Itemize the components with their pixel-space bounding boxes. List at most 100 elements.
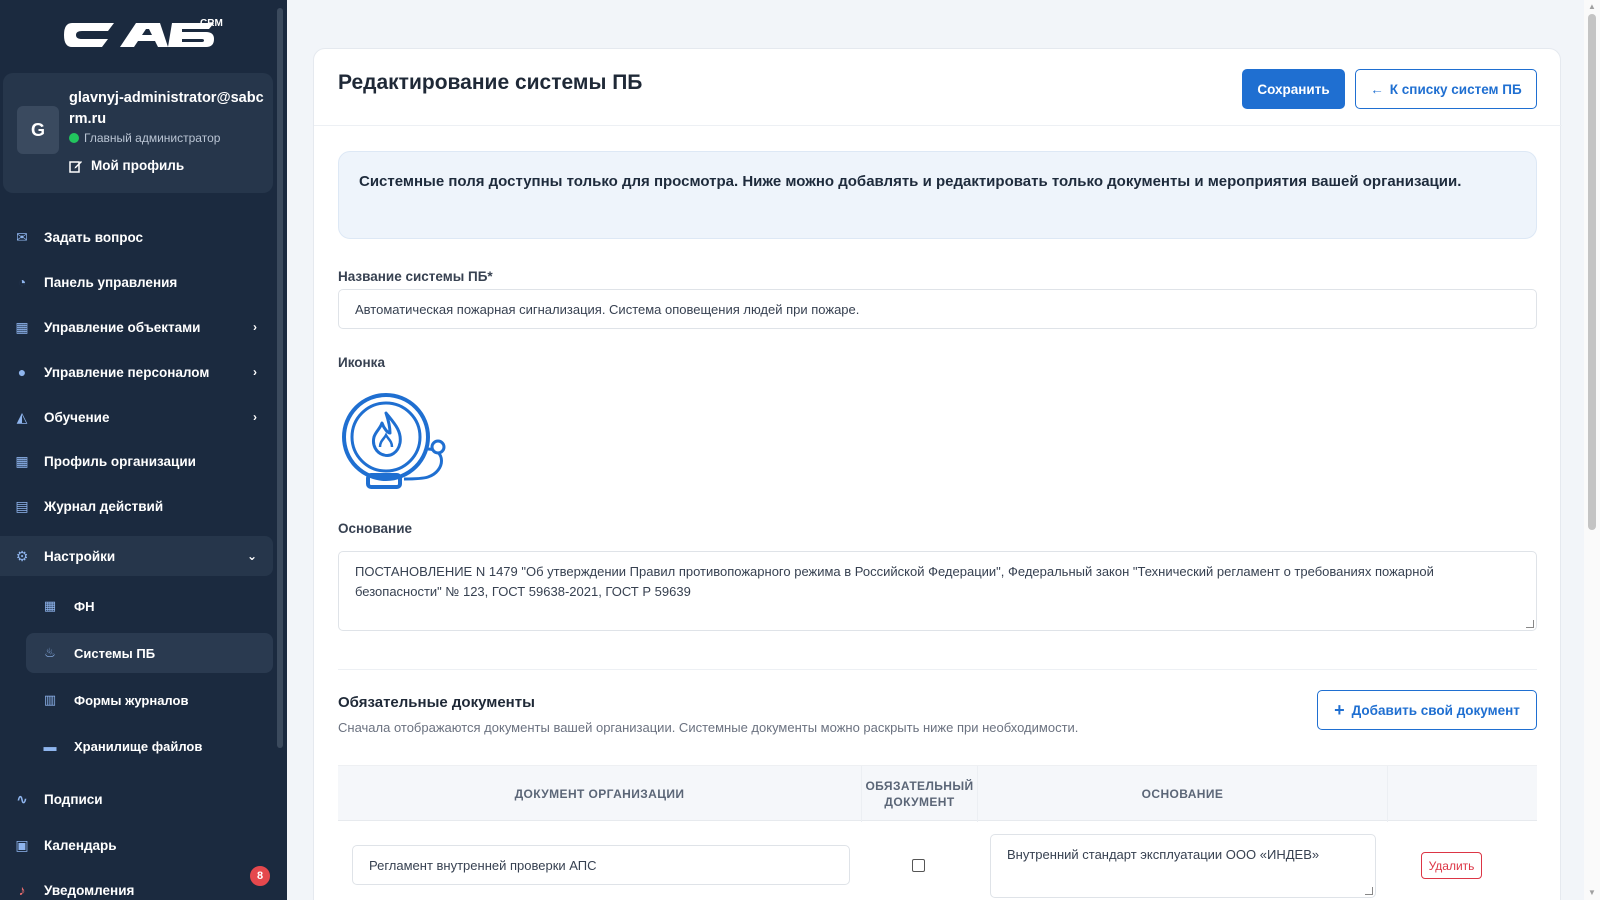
delete-document-button[interactable]: Удалить [1421, 852, 1482, 879]
scroll-down-icon[interactable]: ▼ [1588, 888, 1596, 897]
notifications-badge: 8 [248, 864, 272, 888]
nav-item-signatures[interactable]: ∿ Подписи [0, 779, 273, 819]
table-icon: ▥ [43, 692, 57, 707]
plus-icon: + [1334, 699, 1345, 720]
nav-item-label: Обучение [44, 409, 110, 425]
scroll-up-icon[interactable]: ▲ [1588, 2, 1596, 11]
online-status-icon [69, 133, 79, 143]
profile-role-label: Главный администратор [84, 131, 221, 145]
nav-item-label: Управление объектами [44, 319, 201, 335]
column-header-actions [1388, 766, 1537, 822]
building-icon: ▦ [15, 318, 29, 335]
back-to-list-button[interactable]: ← К списку систем ПБ [1355, 69, 1537, 109]
table-header: ДОКУМЕНТ ОРГАНИЗАЦИИ ОБЯЗАТЕЛЬНЫЙ ДОКУМЕ… [338, 765, 1537, 822]
nav-item-label: Настройки [44, 548, 116, 564]
nav-item-label: Профиль организации [44, 453, 196, 469]
sub-item-label: ФН [74, 598, 95, 614]
sidebar-subitem-pb-systems[interactable]: ♨ Системы ПБ [26, 633, 273, 673]
page-title: Редактирование системы ПБ [338, 71, 643, 94]
building-icon: ▦ [43, 598, 57, 613]
column-header-document: ДОКУМЕНТ ОРГАНИЗАЦИИ [338, 766, 862, 822]
sidebar-subitem-fn[interactable]: ▦ ФН [26, 586, 273, 626]
nav-item-dashboard[interactable]: ◔ Панель управления [0, 262, 273, 302]
nav-item-label: Уведомления [44, 882, 135, 898]
sub-item-label: Хранилище файлов [74, 738, 203, 754]
page-scrollbar-thumb[interactable] [1588, 14, 1596, 530]
save-button[interactable]: Сохранить [1242, 69, 1345, 109]
info-alert: Системные поля доступны только для просм… [338, 151, 1537, 239]
logo-crm-label: CRM [200, 18, 223, 29]
profile-role: Главный администратор [69, 131, 220, 145]
sidebar-subitem-journal-forms[interactable]: ▥ Формы журналов [26, 680, 273, 720]
sidebar-subitem-file-storage[interactable]: ▬ Хранилище файлов [26, 726, 273, 766]
documents-table: ДОКУМЕНТ ОРГАНИЗАЦИИ ОБЯЗАТЕЛЬНЫЙ ДОКУМЕ… [338, 765, 1537, 900]
nav-item-label: Панель управления [44, 274, 178, 290]
nav-item-label: Подписи [44, 791, 103, 807]
back-to-list-label: К списку систем ПБ [1389, 81, 1522, 97]
fire-icon: ♨ [44, 645, 56, 660]
clipboard-icon: ▤ [15, 497, 29, 514]
add-document-label: Добавить свой документ [1351, 702, 1520, 718]
graduation-cap-icon: ◭ [16, 408, 28, 425]
document-basis-text: Внутренний стандарт эксплуатации ООО «ИН… [1007, 847, 1320, 862]
document-basis-textarea[interactable]: Внутренний стандарт эксплуатации ООО «ИН… [990, 834, 1376, 898]
resize-handle-icon[interactable] [1526, 620, 1534, 628]
basis-label: Основание [338, 521, 412, 536]
brand-logo[interactable]: CRM [0, 0, 287, 70]
chevron-right-icon: › [253, 365, 257, 379]
nav-item-label: Управление персоналом [44, 364, 210, 380]
basis-textarea[interactable]: ПОСТАНОВЛЕНИЕ N 1479 "Об утверждении Пра… [338, 551, 1537, 631]
nav-item-calendar[interactable]: ▣ Календарь [0, 825, 273, 865]
arrow-left-icon: ← [1370, 81, 1384, 97]
column-header-required: ОБЯЗАТЕЛЬНЫЙ ДОКУМЕНТ [862, 766, 978, 822]
nav-item-settings[interactable]: ⚙ Настройки ⌄ [0, 536, 273, 576]
bell-icon: ♪ [18, 882, 26, 898]
nav-item-staff[interactable]: ● Управление персоналом › [0, 352, 273, 392]
signature-icon: ∿ [16, 790, 28, 807]
calendar-icon: ▣ [15, 836, 29, 853]
nav-item-training[interactable]: ◭ Обучение › [0, 397, 273, 437]
gauge-icon: ◔ [17, 274, 27, 290]
sidebar-scrollbar[interactable] [277, 8, 283, 748]
divider [314, 125, 1562, 126]
chevron-right-icon: › [253, 320, 257, 334]
chevron-right-icon: › [253, 410, 257, 424]
building-icon: ▦ [15, 452, 29, 469]
nav-item-notifications[interactable]: ♪ Уведомления [0, 870, 273, 900]
profile-name: glavnyj-administrator@sabcrm.ru [69, 90, 264, 127]
avatar[interactable]: G [17, 106, 59, 154]
system-name-field[interactable]: Автоматическая пожарная сигнализация. Си… [338, 289, 1537, 329]
hard-drive-icon: ▬ [43, 738, 57, 754]
nav-item-label: Задать вопрос [44, 229, 144, 245]
system-name-label: Название системы ПБ* [338, 269, 493, 284]
my-profile-link[interactable]: Мой профиль [69, 158, 184, 173]
nav-item-objects[interactable]: ▦ Управление объектами › [0, 307, 273, 347]
icon-label: Иконка [338, 355, 385, 370]
add-document-button[interactable]: + Добавить свой документ [1317, 690, 1537, 730]
nav-item-label: Журнал действий [44, 498, 164, 514]
nav-item-ask[interactable]: ✉ Задать вопрос [0, 217, 273, 257]
sub-item-label: Системы ПБ [74, 645, 156, 661]
user-icon: ● [17, 364, 27, 380]
edit-pb-system-card: Редактирование системы ПБ Сохранить ← К … [313, 48, 1562, 900]
edit-icon [69, 160, 82, 173]
chevron-down-icon: ⌄ [246, 549, 257, 563]
nav-item-org-profile[interactable]: ▦ Профиль организации [0, 441, 273, 481]
gears-icon: ⚙ [15, 547, 29, 564]
sidebar: CRM G glavnyj-administrator@sabcrm.ru Гл… [0, 0, 287, 900]
fire-alarm-bell-icon [338, 389, 450, 494]
basis-text: ПОСТАНОВЛЕНИЕ N 1479 "Об утверждении Пра… [355, 564, 1434, 599]
divider [338, 669, 1537, 670]
sub-item-label: Формы журналов [74, 692, 189, 708]
my-profile-label: Мой профиль [91, 158, 185, 173]
nav-item-activity-log[interactable]: ▤ Журнал действий [0, 486, 273, 526]
profile-card: G glavnyj-administrator@sabcrm.ru Главны… [3, 73, 273, 193]
document-name-input[interactable]: Регламент внутренней проверки АПС [352, 845, 850, 885]
required-document-checkbox[interactable] [912, 859, 925, 872]
nav-item-label: Календарь [44, 837, 117, 853]
column-header-basis: ОСНОВАНИЕ [978, 766, 1388, 822]
resize-handle-icon[interactable] [1365, 887, 1373, 895]
required-documents-title: Обязательные документы [338, 694, 535, 711]
required-documents-subtitle: Сначала отображаются документы вашей орг… [338, 720, 1079, 735]
table-row: Регламент внутренней проверки АПС Внутре… [338, 821, 1537, 900]
